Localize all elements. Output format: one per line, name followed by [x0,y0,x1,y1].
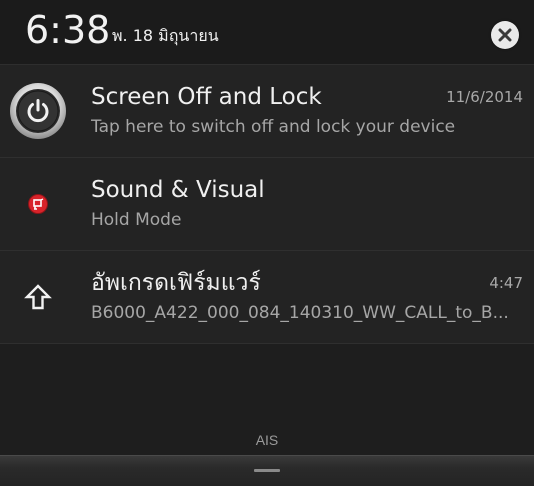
sound-visual-icon [8,174,68,234]
grip-icon [254,469,280,472]
upload-arrow-icon [8,267,68,327]
notification-subtitle: Hold Mode [91,210,182,230]
notification-shade: 6:38 พ. 18 มิถุนายน Screen Off and Lock … [0,0,534,486]
notification-subtitle: B6000_A422_000_084_140310_WW_CALL_to_B..… [91,303,509,323]
shade-header: 6:38 พ. 18 มิถุนายน [0,0,534,65]
notification-screen-off[interactable]: Screen Off and Lock Tap here to switch o… [0,65,534,158]
carrier-label: AIS [255,432,279,448]
notification-title: Screen Off and Lock [91,84,322,110]
clear-all-button[interactable] [491,21,519,49]
notification-time: 4:47 [489,274,523,292]
clock: 6:38 [25,8,111,52]
date-label: พ. 18 มิถุนายน [112,26,219,45]
close-icon [498,28,512,42]
notification-title: Sound & Visual [91,177,265,203]
notification-sound-visual[interactable]: Sound & Visual Hold Mode [0,158,534,251]
notification-subtitle: Tap here to switch off and lock your dev… [91,117,456,137]
shade-drag-handle[interactable] [0,455,534,486]
notification-time: 11/6/2014 [446,88,523,106]
notification-title: อัพเกรดเฟิร์มแวร์ [91,270,261,296]
power-icon [8,81,68,141]
notification-firmware-upgrade[interactable]: อัพเกรดเฟิร์มแวร์ B6000_A422_000_084_140… [0,251,534,344]
